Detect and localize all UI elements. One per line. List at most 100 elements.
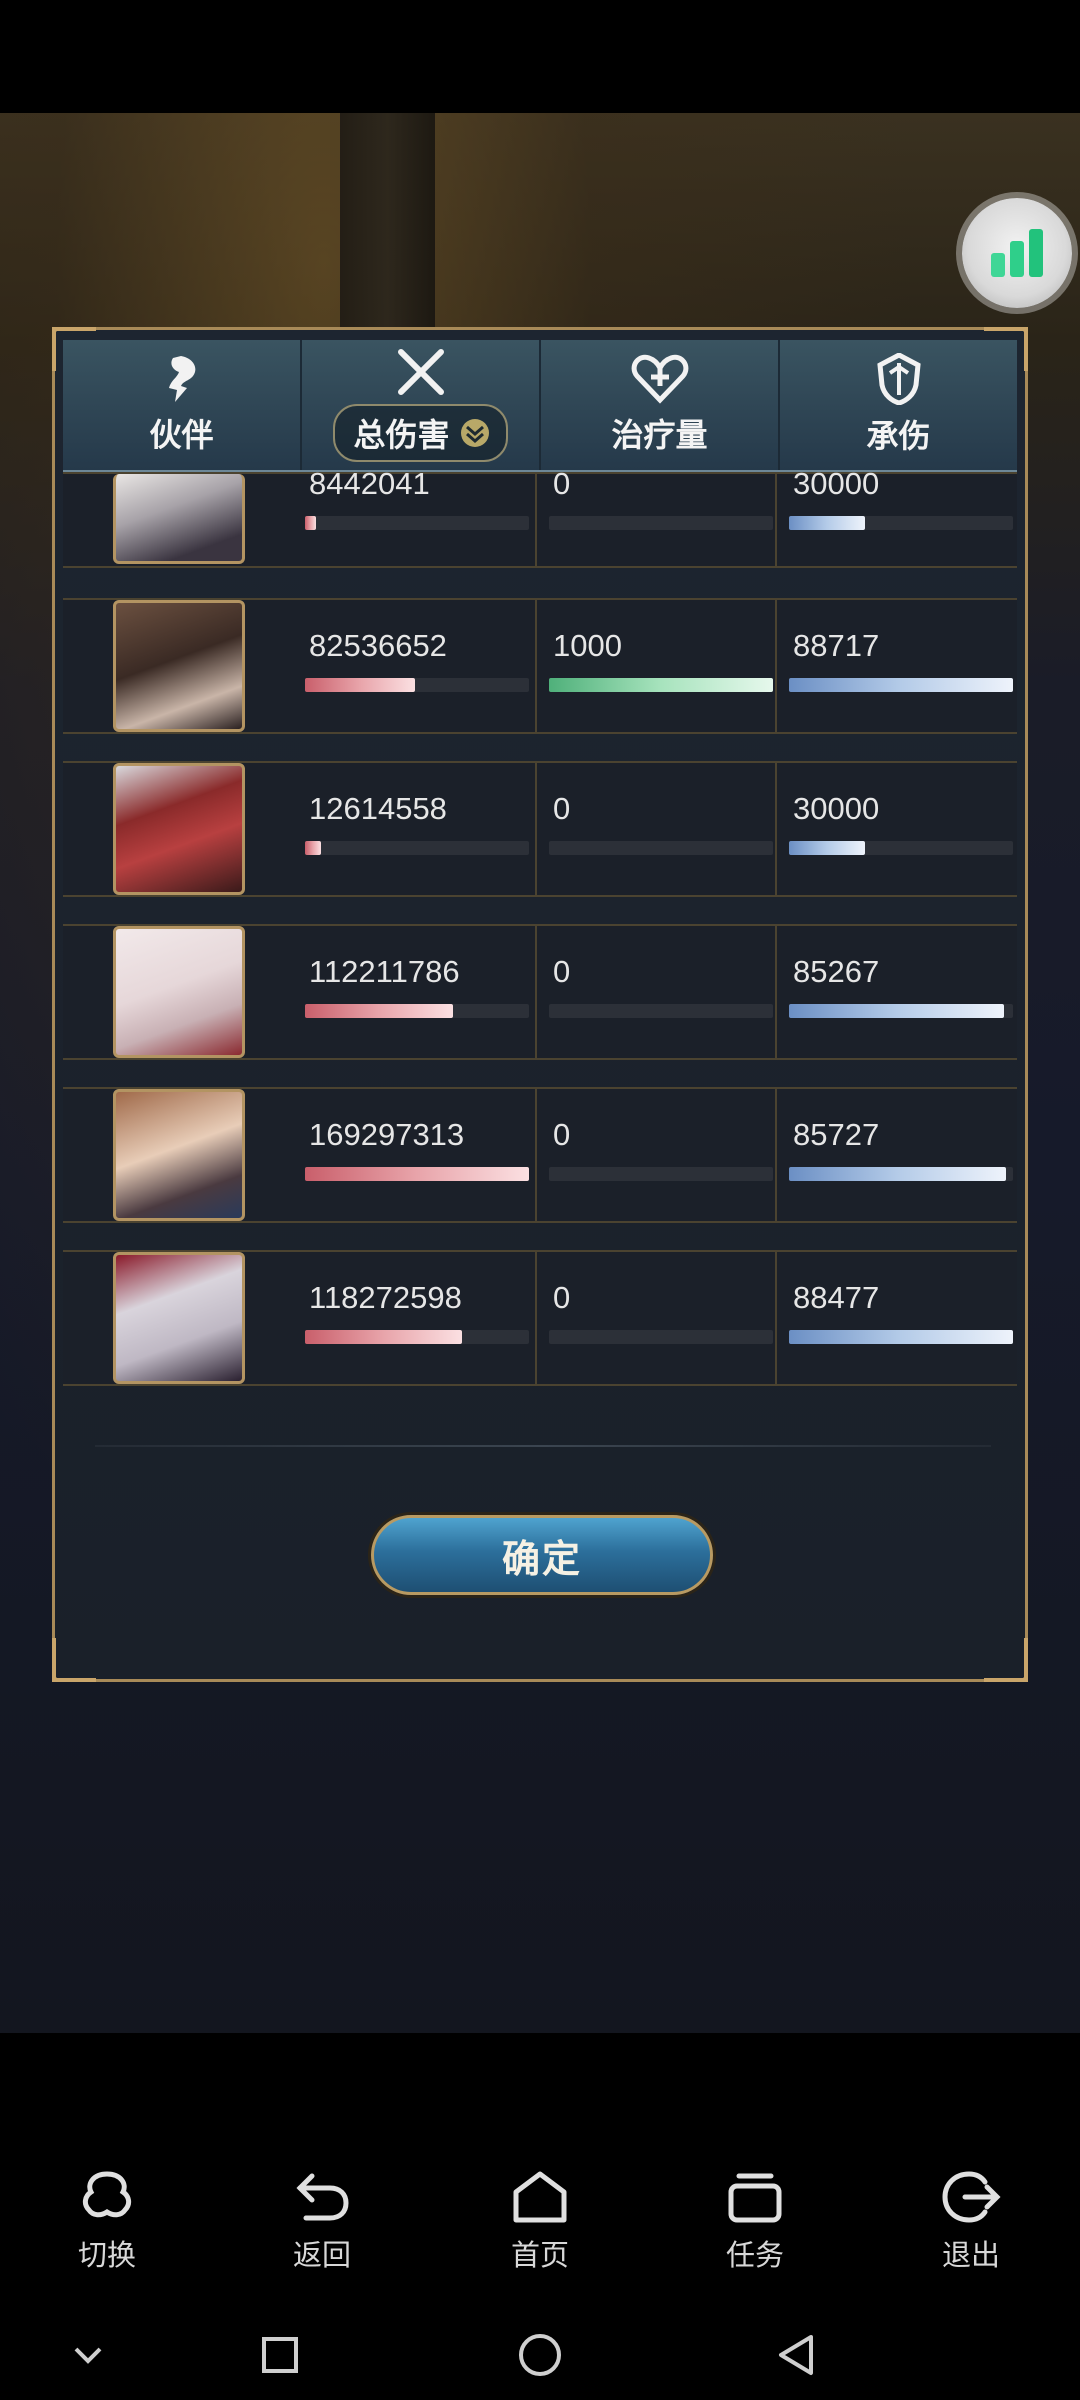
taken-value: 88717: [793, 628, 880, 663]
taken-bar: [789, 1004, 1013, 1018]
damage-bar-fill: [305, 1004, 453, 1018]
damage-bar-fill: [305, 516, 317, 530]
taken-cell: 30000: [777, 763, 1017, 895]
nav-exit[interactable]: 退出: [896, 2170, 1046, 2274]
taken-cell: 85727: [777, 1089, 1017, 1221]
nav-switch[interactable]: 切换: [32, 2170, 182, 2274]
table-row: 112211786 0 85267: [63, 924, 1017, 1060]
nav-tasks[interactable]: 任务: [680, 2170, 830, 2274]
undo-icon: [296, 2173, 349, 2221]
taken-bar: [789, 1330, 1013, 1344]
avatar[interactable]: [113, 763, 245, 895]
triangle-back-icon: [779, 2335, 813, 2375]
chevron-down-icon: [74, 2347, 102, 2364]
damage-bar-fill: [305, 841, 321, 855]
taken-bar-fill: [789, 516, 866, 530]
taken-cell: 88717: [777, 600, 1017, 732]
avatar[interactable]: [113, 474, 245, 564]
healing-value: 0: [553, 1280, 571, 1315]
damage-value: 12614558: [309, 791, 447, 826]
healing-cell: 0: [537, 438, 773, 570]
taken-bar: [789, 841, 1013, 855]
nav-tasks-label: 任务: [725, 2240, 784, 2272]
panel-corner: [984, 1638, 1028, 1682]
system-home-button[interactable]: [510, 2330, 570, 2380]
damage-bar: [305, 1004, 529, 1018]
system-collapse-button[interactable]: [58, 2330, 118, 2380]
system-recents-button[interactable]: [250, 2330, 310, 2380]
tasks-icon: [728, 2173, 782, 2223]
healing-cell: 0: [537, 926, 773, 1058]
damage-value: 82536652: [309, 628, 447, 663]
home-icon: [513, 2171, 567, 2223]
confirm-label: 确定: [501, 1538, 582, 1581]
damage-cell: 12614558: [293, 763, 533, 895]
avatar[interactable]: [113, 600, 245, 732]
damage-value: 169297313: [309, 1117, 465, 1152]
healing-value: 0: [553, 466, 571, 501]
nav-home[interactable]: 首页: [465, 2170, 615, 2274]
taken-cell: 30000: [777, 438, 1017, 570]
damage-value: 8442041: [309, 466, 430, 501]
damage-cell: 112211786: [293, 926, 533, 1058]
taken-value: 85267: [793, 954, 880, 989]
healing-cell: 0: [537, 763, 773, 895]
taken-bar-fill: [789, 1167, 1007, 1181]
healing-cell: 0: [537, 1089, 773, 1221]
heart-plus-icon: [631, 354, 688, 404]
taken-bar-fill: [789, 841, 866, 855]
taken-bar-fill: [789, 678, 1013, 692]
system-back-button[interactable]: [766, 2330, 826, 2380]
avatar[interactable]: [113, 1252, 245, 1384]
healing-bar: [549, 841, 773, 855]
nav-home-label: 首页: [510, 2240, 569, 2272]
background-pillar: [340, 113, 435, 343]
healing-value: 0: [553, 954, 571, 989]
damage-value: 112211786: [309, 954, 460, 989]
damage-cell: 82536652: [293, 600, 533, 732]
healing-bar: [549, 1004, 773, 1018]
table-row: 8442041 0 30000: [63, 466, 1017, 568]
taken-value: 30000: [793, 791, 880, 826]
crossed-swords-icon: [397, 349, 444, 395]
damage-cell: 118272598: [293, 1252, 533, 1384]
taken-bar: [789, 516, 1013, 530]
damage-bar: [305, 1167, 529, 1181]
stats-button[interactable]: [962, 198, 1072, 308]
damage-bar-fill: [305, 678, 415, 692]
taken-cell: 88477: [777, 1252, 1017, 1384]
damage-value: 118272598: [309, 1280, 462, 1315]
panel-corner: [52, 1638, 96, 1682]
circle-icon: [519, 2334, 561, 2376]
bottom-nav: 切换 返回 首页 任务 退出: [0, 2140, 1080, 2320]
table-row: 169297313 0 85727: [63, 1087, 1017, 1223]
healing-bar: [549, 516, 773, 530]
healing-bar: [549, 1167, 773, 1181]
avatar[interactable]: [113, 1089, 245, 1221]
damage-bar-fill: [305, 1167, 529, 1181]
partner-icon: [168, 356, 195, 402]
system-navigation-bar: [0, 2310, 1080, 2400]
divider: [95, 1445, 991, 1447]
switch-icon: [82, 2171, 132, 2218]
healing-value: 0: [553, 791, 571, 826]
square-icon: [262, 2337, 298, 2373]
confirm-button[interactable]: 确定: [371, 1515, 713, 1595]
taken-cell: 85267: [777, 926, 1017, 1058]
damage-bar: [305, 841, 529, 855]
damage-bar: [305, 516, 529, 530]
tab-partner[interactable]: 伙伴: [63, 340, 302, 470]
damage-cell: 169297313: [293, 1089, 533, 1221]
nav-back[interactable]: 返回: [247, 2170, 397, 2274]
healing-cell: 1000: [537, 600, 773, 732]
avatar[interactable]: [113, 926, 245, 1058]
healing-bar: [549, 1330, 773, 1344]
tab-partner-label: 伙伴: [149, 417, 214, 453]
exit-icon: [942, 2171, 1001, 2223]
healing-cell: 0: [537, 1252, 773, 1384]
damage-cell: 8442041: [293, 438, 533, 570]
healing-bar: [549, 678, 773, 692]
table-row: 12614558 0 30000: [63, 761, 1017, 897]
taken-bar-fill: [789, 1004, 1005, 1018]
healing-value: 0: [553, 1117, 571, 1152]
